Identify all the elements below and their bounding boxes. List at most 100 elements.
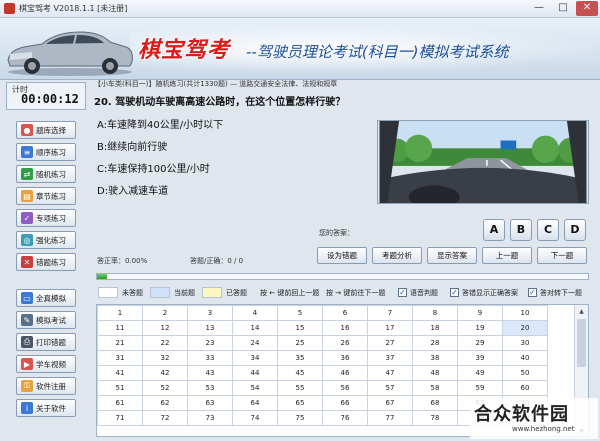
question-number-cell[interactable]: 26 [322, 335, 368, 351]
question-number-cell[interactable]: 18 [412, 320, 458, 336]
minimize-button[interactable]: — [528, 1, 550, 16]
sidebar-item-full-simulation[interactable]: ▭ 全真模拟 [16, 289, 76, 307]
question-number-cell[interactable]: 32 [142, 350, 188, 366]
sidebar-item-mock-exam[interactable]: ✎ 模拟考试 [16, 311, 76, 329]
question-number-cell[interactable]: 31 [97, 350, 143, 366]
question-number-cell[interactable]: 66 [322, 395, 368, 411]
question-number-cell[interactable]: 37 [367, 350, 413, 366]
question-number-cell[interactable]: 29 [457, 335, 503, 351]
previous-question-button[interactable]: 上一题 [482, 247, 532, 264]
maximize-button[interactable]: □ [552, 1, 574, 16]
next-question-button[interactable]: 下一题 [537, 247, 587, 264]
question-number-cell[interactable]: 61 [97, 395, 143, 411]
question-number-cell[interactable]: 17 [367, 320, 413, 336]
question-number-cell[interactable]: 71 [97, 410, 143, 426]
answer-b-button[interactable]: B [510, 219, 532, 241]
question-number-cell[interactable]: 46 [322, 365, 368, 381]
question-number-cell[interactable]: 27 [367, 335, 413, 351]
sidebar-item-about[interactable]: i 关于软件 [16, 399, 76, 417]
question-number-cell[interactable]: 30 [502, 335, 548, 351]
question-number-cell[interactable]: 45 [277, 365, 323, 381]
answer-a-button[interactable]: A [483, 219, 505, 241]
question-number-cell[interactable]: 6 [322, 305, 368, 321]
question-number-cell[interactable]: 28 [412, 335, 458, 351]
question-number-cell[interactable]: 38 [412, 350, 458, 366]
show-correct-checkbox[interactable]: ✓ [450, 288, 459, 297]
question-number-cell[interactable]: 53 [187, 380, 233, 396]
question-number-cell[interactable]: 58 [412, 380, 458, 396]
question-number-cell[interactable]: 39 [457, 350, 503, 366]
question-number-cell[interactable]: 75 [277, 410, 323, 426]
question-number-cell[interactable]: 9 [457, 305, 503, 321]
scroll-up-icon[interactable]: ▲ [577, 307, 586, 316]
question-number-cell[interactable]: 10 [502, 305, 548, 321]
question-number-cell[interactable]: 15 [277, 320, 323, 336]
question-number-cell[interactable]: 47 [367, 365, 413, 381]
question-number-cell[interactable]: 62 [142, 395, 188, 411]
question-number-cell[interactable]: 8 [412, 305, 458, 321]
question-number-cell[interactable]: 52 [142, 380, 188, 396]
question-number-cell[interactable]: 48 [412, 365, 458, 381]
question-number-cell[interactable]: 13 [187, 320, 233, 336]
answer-c-button[interactable]: C [537, 219, 559, 241]
voice-judge-checkbox[interactable]: ✓ [398, 288, 407, 297]
question-number-cell[interactable]: 56 [322, 380, 368, 396]
sidebar-item-intensive[interactable]: ◎ 强化练习 [16, 231, 76, 249]
option-c[interactable]: C:车速保持100公里/小时 [97, 160, 210, 175]
question-number-cell[interactable]: 21 [97, 335, 143, 351]
sidebar-item-sequential[interactable]: ≡ 顺序练习 [16, 143, 76, 161]
auto-next-checkbox[interactable]: ✓ [528, 288, 537, 297]
question-number-cell[interactable]: 40 [502, 350, 548, 366]
question-number-cell[interactable]: 77 [367, 410, 413, 426]
question-number-cell[interactable]: 49 [457, 365, 503, 381]
sidebar-item-random[interactable]: ⇄ 随机练习 [16, 165, 76, 183]
sidebar-item-question-bank[interactable]: ● 题库选择 [16, 121, 76, 139]
question-number-cell[interactable]: 2 [142, 305, 188, 321]
sidebar-item-print-mistakes[interactable]: ⎙ 打印错题 [16, 333, 76, 351]
question-number-cell[interactable]: 51 [97, 380, 143, 396]
question-number-cell[interactable]: 16 [322, 320, 368, 336]
question-number-cell[interactable]: 5 [277, 305, 323, 321]
sidebar-item-mistakes[interactable]: ✕ 错题练习 [16, 253, 76, 271]
question-number-cell[interactable]: 7 [367, 305, 413, 321]
question-number-cell[interactable]: 33 [187, 350, 233, 366]
question-number-cell[interactable]: 64 [232, 395, 278, 411]
question-analysis-button[interactable]: 考题分析 [372, 247, 422, 264]
question-number-cell[interactable]: 72 [142, 410, 188, 426]
question-number-cell[interactable]: 73 [187, 410, 233, 426]
question-number-cell[interactable]: 23 [187, 335, 233, 351]
question-number-cell[interactable]: 14 [232, 320, 278, 336]
answer-d-button[interactable]: D [564, 219, 586, 241]
sidebar-item-register[interactable]: ⚿ 软件注册 [16, 377, 76, 395]
question-number-cell[interactable]: 67 [367, 395, 413, 411]
question-number-cell[interactable]: 22 [142, 335, 188, 351]
question-number-cell[interactable]: 25 [277, 335, 323, 351]
question-number-cell[interactable]: 24 [232, 335, 278, 351]
question-number-cell[interactable]: 50 [502, 365, 548, 381]
question-number-cell[interactable]: 41 [97, 365, 143, 381]
question-number-cell[interactable]: 19 [457, 320, 503, 336]
question-number-cell[interactable]: 68 [412, 395, 458, 411]
sidebar-item-special[interactable]: ✓ 专项练习 [16, 209, 76, 227]
question-number-cell[interactable]: 11 [97, 320, 143, 336]
mark-wrong-button[interactable]: 设为错题 [317, 247, 367, 264]
sidebar-item-videos[interactable]: ▶ 学车视频 [16, 355, 76, 373]
question-number-cell[interactable]: 76 [322, 410, 368, 426]
question-number-cell[interactable]: 20 [502, 320, 548, 336]
question-number-cell[interactable]: 57 [367, 380, 413, 396]
question-number-cell[interactable]: 44 [232, 365, 278, 381]
question-number-cell[interactable]: 54 [232, 380, 278, 396]
question-number-cell[interactable]: 55 [277, 380, 323, 396]
sidebar-item-chapter[interactable]: ▤ 章节练习 [16, 187, 76, 205]
question-number-cell[interactable]: 34 [232, 350, 278, 366]
question-number-cell[interactable]: 65 [277, 395, 323, 411]
question-number-cell[interactable]: 74 [232, 410, 278, 426]
option-a[interactable]: A:车速降到40公里/小时以下 [97, 116, 223, 131]
question-number-cell[interactable]: 60 [502, 380, 548, 396]
scroll-thumb[interactable] [577, 319, 586, 367]
show-answer-button[interactable]: 显示答案 [427, 247, 477, 264]
question-number-cell[interactable]: 35 [277, 350, 323, 366]
question-number-cell[interactable]: 36 [322, 350, 368, 366]
option-d[interactable]: D:驶入减速车道 [97, 182, 168, 197]
question-number-cell[interactable]: 78 [412, 410, 458, 426]
